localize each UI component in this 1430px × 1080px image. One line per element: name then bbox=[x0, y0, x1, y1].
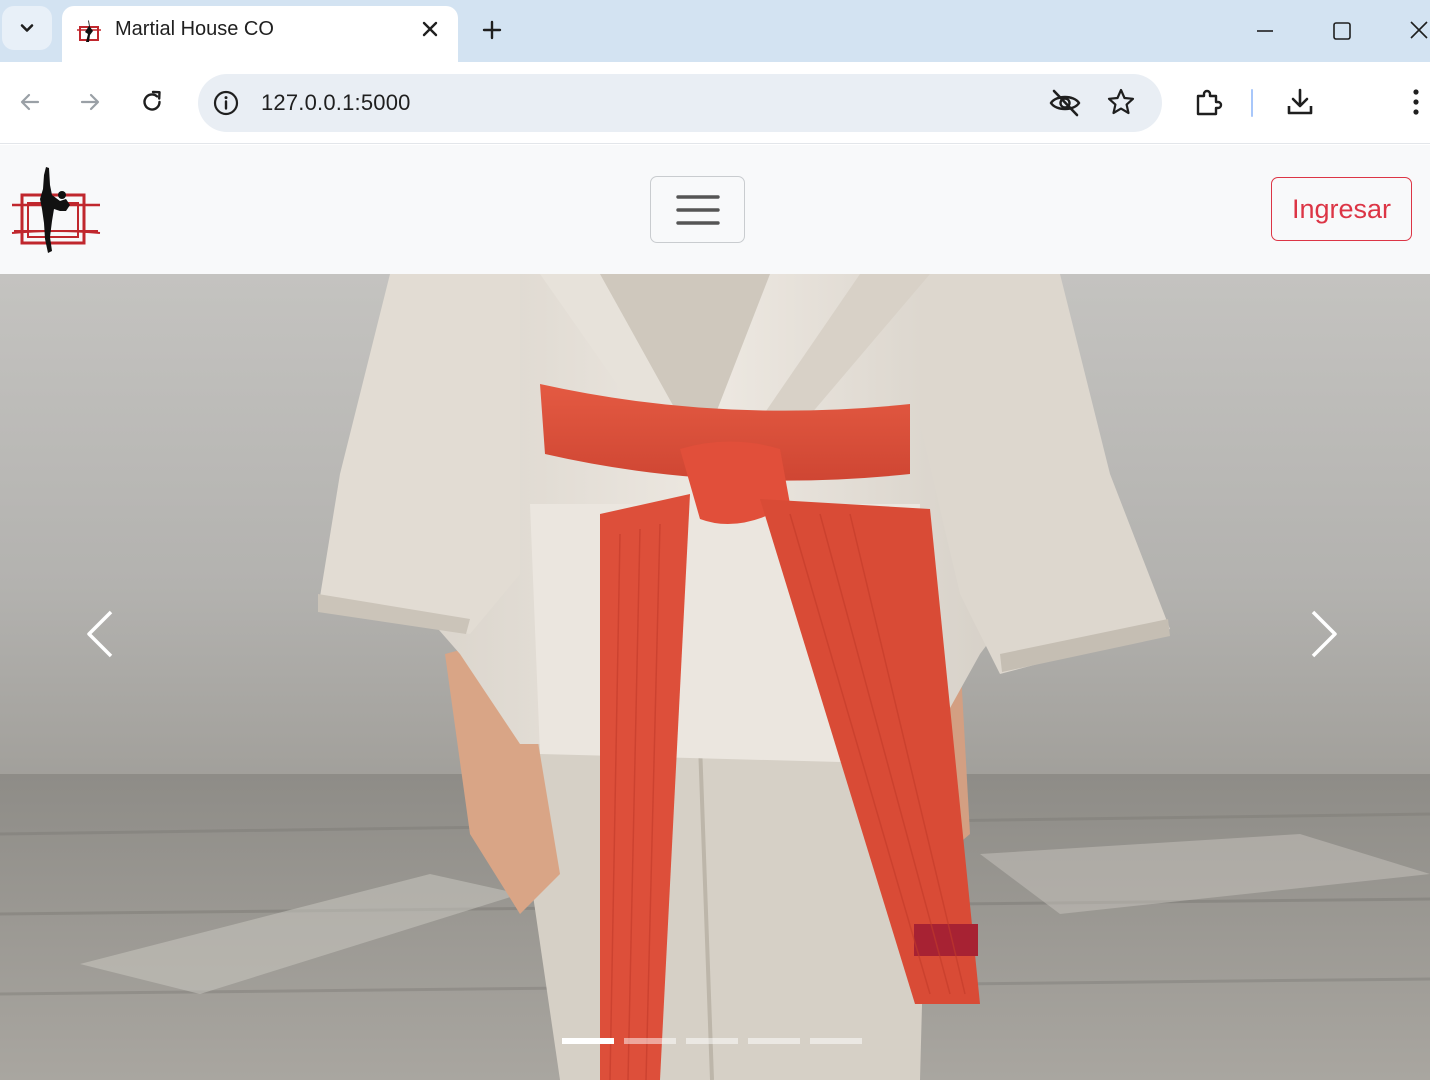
back-button[interactable] bbox=[10, 82, 50, 122]
star-icon[interactable] bbox=[1106, 87, 1136, 117]
browser-toolbar: 127.0.0.1:5000 bbox=[0, 62, 1430, 144]
more-vertical-icon bbox=[1413, 89, 1419, 115]
new-tab-button[interactable] bbox=[474, 12, 510, 48]
forward-button[interactable] bbox=[70, 82, 110, 122]
navbar-toggler-button[interactable] bbox=[650, 176, 745, 243]
carousel-slide-image bbox=[0, 274, 1430, 1080]
carousel-prev-button[interactable] bbox=[60, 574, 140, 694]
chevron-right-icon bbox=[1311, 610, 1337, 658]
martial-house-logo[interactable] bbox=[10, 165, 102, 255]
martial-logo-icon bbox=[77, 20, 101, 42]
extensions-button[interactable] bbox=[1188, 82, 1228, 122]
close-icon bbox=[422, 21, 438, 37]
hamburger-icon bbox=[675, 194, 720, 225]
window-minimize-button[interactable] bbox=[1248, 14, 1282, 48]
chevron-left-icon bbox=[87, 610, 113, 658]
tab-close-button[interactable] bbox=[417, 16, 443, 42]
url-text[interactable]: 127.0.0.1:5000 bbox=[261, 90, 411, 116]
carousel-indicator[interactable] bbox=[748, 1038, 800, 1044]
window-maximize-button[interactable] bbox=[1325, 14, 1359, 48]
browser-tabstrip: Martial House CO bbox=[0, 0, 1430, 62]
close-icon bbox=[1410, 21, 1428, 39]
arrow-right-icon bbox=[80, 93, 100, 111]
carousel-indicator[interactable] bbox=[624, 1038, 676, 1044]
puzzle-icon bbox=[1196, 89, 1223, 116]
reload-button[interactable] bbox=[132, 82, 172, 122]
minimize-icon bbox=[1257, 30, 1273, 32]
site-navbar: Ingresar bbox=[0, 145, 1430, 275]
hero-carousel bbox=[0, 274, 1430, 1080]
address-bar[interactable]: 127.0.0.1:5000 bbox=[198, 74, 1162, 132]
plus-icon bbox=[482, 20, 502, 40]
info-icon[interactable] bbox=[212, 89, 240, 117]
login-button[interactable]: Ingresar bbox=[1271, 177, 1412, 241]
arrow-left-icon bbox=[20, 93, 40, 111]
download-icon bbox=[1287, 88, 1313, 115]
carousel-indicator[interactable] bbox=[686, 1038, 738, 1044]
tab-title: Martial House CO bbox=[115, 18, 274, 40]
eye-off-icon[interactable] bbox=[1048, 88, 1082, 118]
carousel-indicators bbox=[562, 1036, 862, 1046]
carousel-next-button[interactable] bbox=[1284, 574, 1364, 694]
carousel-indicator[interactable] bbox=[810, 1038, 862, 1044]
toolbar-separator bbox=[1251, 89, 1253, 117]
reload-icon bbox=[143, 90, 161, 111]
browser-tab-active[interactable]: Martial House CO bbox=[62, 6, 458, 62]
window-close-button[interactable] bbox=[1402, 12, 1430, 48]
browser-menu-button[interactable] bbox=[1402, 82, 1430, 122]
downloads-button[interactable] bbox=[1280, 82, 1320, 122]
carousel-indicator[interactable] bbox=[562, 1038, 614, 1044]
maximize-icon bbox=[1333, 22, 1351, 40]
tab-search-button[interactable] bbox=[2, 6, 52, 50]
chevron-down-icon bbox=[20, 24, 34, 32]
